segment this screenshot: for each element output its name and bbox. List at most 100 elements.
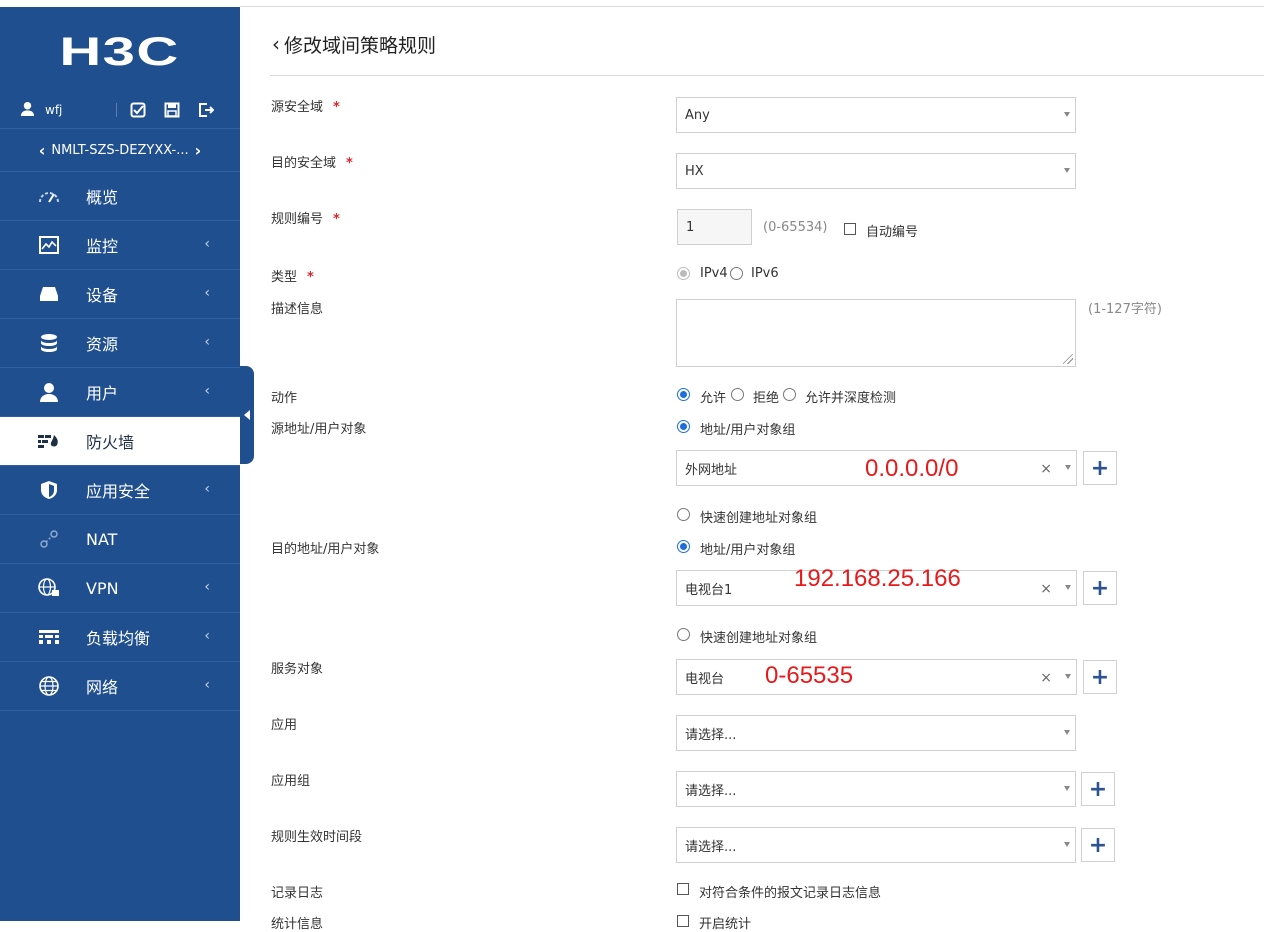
action-label-text: 动作	[271, 391, 297, 406]
sidebar: H3C wfj ‹ NMLT-SZS-DEZYXX-... › 概览监控‹设备‹…	[0, 7, 240, 921]
src-addr-group-radio[interactable]	[677, 420, 690, 433]
required-mark: *	[307, 270, 314, 285]
dst-zone-label: 目的安全域 *	[271, 152, 353, 171]
dst-addr-select[interactable]: 电视台1 192.168.25.166 ×	[676, 570, 1077, 606]
service-select[interactable]: 电视台 0-65535 ×	[676, 659, 1077, 695]
globe-icon	[38, 675, 60, 697]
sidebar-item-7[interactable]: NAT	[0, 515, 240, 564]
dropdown-caret-icon	[1064, 730, 1070, 735]
type-ipv4-label: IPv4	[700, 266, 728, 281]
type-label-text: 类型	[271, 270, 297, 285]
app-select[interactable]: 请选择...	[676, 715, 1076, 751]
add-app-group-button[interactable]: +	[1081, 772, 1115, 806]
rule-id-range: (0-65534)	[763, 220, 827, 235]
sidebar-item-label: 负载均衡	[86, 625, 150, 649]
dst-addr-group-radio[interactable]	[677, 540, 690, 553]
action-deny-radio[interactable]	[731, 388, 744, 401]
add-dst-addr-button[interactable]: +	[1083, 571, 1117, 605]
sidebar-item-label: 概览	[86, 184, 118, 208]
rule-id-input[interactable]: 1	[677, 209, 752, 245]
sidebar-item-1[interactable]: 监控‹	[0, 221, 240, 270]
database-icon	[38, 332, 60, 354]
dropdown-caret-icon	[1065, 674, 1071, 679]
shield-icon	[38, 479, 60, 501]
type-ipv6-radio[interactable]	[730, 267, 743, 280]
dst-addr-label-text: 目的地址/用户对象	[271, 542, 379, 557]
sidebar-item-label: 应用安全	[86, 478, 150, 502]
type-label: 类型 *	[271, 266, 314, 285]
device-name[interactable]: NMLT-SZS-DEZYXX-...	[51, 143, 188, 158]
add-src-addr-button[interactable]: +	[1083, 451, 1117, 485]
sidebar-item-8[interactable]: VPN‹	[0, 564, 240, 613]
check-task-icon[interactable]	[125, 100, 151, 120]
src-zone-select[interactable]: Any	[676, 97, 1076, 133]
action-allow-inspect-radio[interactable]	[783, 388, 796, 401]
device-prev-icon[interactable]: ‹	[39, 141, 46, 160]
app-group-select[interactable]: 请选择...	[676, 771, 1076, 807]
logout-icon[interactable]	[193, 100, 219, 120]
add-time-range-button[interactable]: +	[1081, 828, 1115, 862]
sidebar-item-0[interactable]: 概览	[0, 172, 240, 221]
sidebar-item-label: 资源	[86, 331, 118, 355]
dropdown-caret-icon	[1064, 168, 1070, 173]
required-mark: *	[346, 156, 353, 171]
brand-logo: H3C	[0, 7, 240, 98]
action-deny-label: 拒绝	[753, 387, 779, 406]
chevron-left-icon: ‹	[204, 285, 210, 301]
app-label-text: 应用	[271, 718, 297, 733]
dropdown-caret-icon	[1065, 465, 1071, 470]
dropdown-caret-icon	[1065, 585, 1071, 590]
user-icon	[38, 381, 60, 403]
src-addr-value: 外网地址	[685, 459, 737, 478]
required-mark: *	[333, 212, 340, 227]
action-allow-label: 允许	[700, 387, 726, 406]
app-group-label: 应用组	[271, 770, 310, 789]
back-icon[interactable]: ‹	[272, 32, 280, 56]
log-checkbox[interactable]	[677, 883, 689, 895]
dst-addr-group-label: 地址/用户对象组	[700, 539, 795, 558]
sidebar-item-9[interactable]: 负载均衡‹	[0, 613, 240, 662]
monitor-chart-icon	[38, 234, 60, 256]
time-range-placeholder: 请选择...	[685, 836, 736, 855]
action-allow-radio[interactable]	[677, 388, 690, 401]
clear-icon[interactable]: ×	[1040, 461, 1052, 477]
load-balance-icon	[38, 626, 60, 648]
src-addr-select[interactable]: 外网地址 0.0.0.0/0 ×	[676, 450, 1077, 486]
resize-grip-icon[interactable]	[1063, 354, 1073, 364]
dst-zone-select[interactable]: HX	[676, 153, 1076, 189]
dst-zone-label-text: 目的安全域	[271, 156, 336, 171]
sidebar-item-10[interactable]: 网络 ‹	[0, 662, 240, 711]
auto-number-checkbox[interactable]	[844, 223, 856, 235]
rule-id-label-text: 规则编号	[271, 212, 323, 227]
device-next-icon[interactable]: ›	[195, 141, 202, 160]
clear-icon[interactable]: ×	[1040, 581, 1052, 597]
sidebar-item-5[interactable]: 防火墙	[0, 417, 240, 466]
tool-divider	[116, 103, 117, 117]
sidebar-item-label: 网络	[86, 674, 118, 698]
dst-addr-quick-radio[interactable]	[677, 628, 690, 641]
sidebar-item-4[interactable]: 用户‹	[0, 368, 240, 417]
add-service-button[interactable]: +	[1083, 660, 1117, 694]
sidebar-item-2[interactable]: 设备‹	[0, 270, 240, 319]
gauge-icon	[38, 185, 60, 207]
user-bar: wfj	[0, 98, 240, 121]
rule-id-label: 规则编号 *	[271, 208, 340, 227]
chevron-left-icon: ‹	[204, 677, 210, 693]
save-icon[interactable]	[159, 100, 185, 120]
src-addr-quick-radio[interactable]	[677, 508, 690, 521]
stats-checkbox[interactable]	[677, 915, 689, 927]
description-textarea[interactable]	[676, 299, 1076, 367]
clear-icon[interactable]: ×	[1040, 670, 1052, 686]
time-range-label: 规则生效时间段	[271, 826, 362, 845]
app-placeholder: 请选择...	[685, 724, 736, 743]
time-range-select[interactable]: 请选择...	[676, 827, 1076, 863]
app-group-placeholder: 请选择...	[685, 780, 736, 799]
sidebar-item-6[interactable]: 应用安全‹	[0, 466, 240, 515]
service-label-text: 服务对象	[271, 662, 323, 677]
sidebar-item-3[interactable]: 资源‹	[0, 319, 240, 368]
stats-label-text: 统计信息	[271, 917, 323, 932]
type-ipv4-radio[interactable]	[677, 267, 690, 280]
log-option-label: 对符合条件的报文记录日志信息	[699, 882, 881, 901]
page-header: ‹ 修改域间策略规则	[272, 29, 436, 59]
nav-menu: 概览监控‹设备‹资源‹用户‹防火墙应用安全‹NATVPN‹负载均衡‹网络‹	[0, 172, 240, 711]
